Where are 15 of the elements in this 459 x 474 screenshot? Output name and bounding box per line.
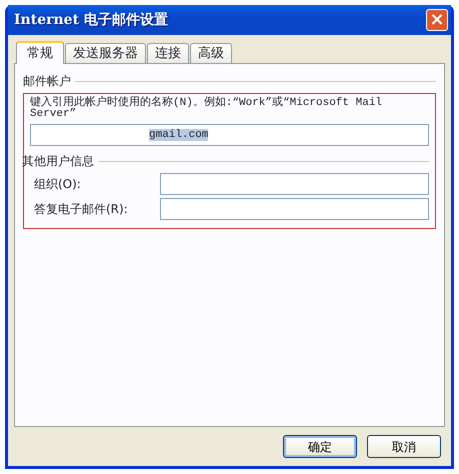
tab[interactable]: 高级: [190, 43, 232, 63]
field-label: 答复电子邮件(R):: [33, 201, 129, 218]
field-label: 组织(O):: [33, 176, 82, 193]
dialog-button[interactable]: 取消: [367, 435, 441, 458]
input-field[interactable]: [160, 173, 429, 195]
account-name-field[interactable]: gmail.com: [30, 124, 429, 146]
dialog-button[interactable]: 确定: [283, 435, 357, 458]
window-title: Internet 电子邮件设置: [14, 10, 168, 30]
group-heading: 邮件帐户: [23, 73, 71, 90]
tab[interactable]: 常规: [16, 41, 64, 64]
tab[interactable]: 发送服务器: [65, 43, 146, 63]
close-button[interactable]: ×: [426, 9, 448, 31]
field-label: 键入引用此帐户时使用的名称(N)。例如:“Work”或“Microsoft Mail Server”: [30, 98, 384, 120]
tab[interactable]: 连接: [147, 43, 189, 63]
input-field[interactable]: [160, 198, 429, 220]
